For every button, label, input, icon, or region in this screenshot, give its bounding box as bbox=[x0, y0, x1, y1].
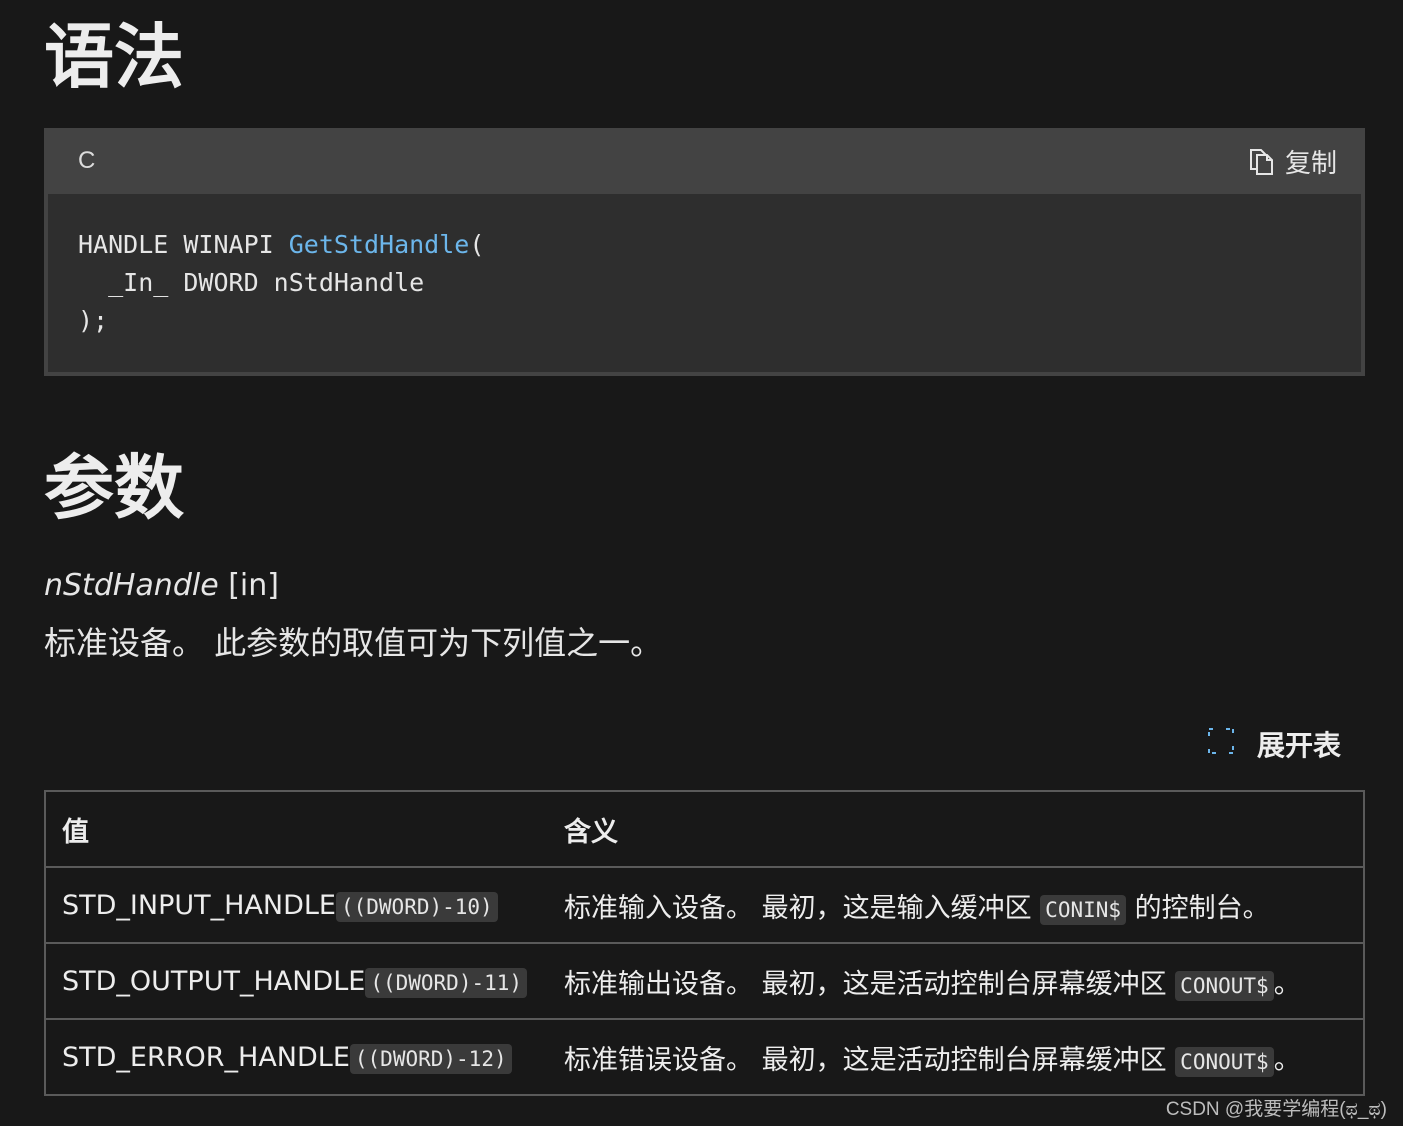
meaning-cell: 标准输入设备。 最初，这是输入缓冲区 CONIN$ 的控制台。 bbox=[548, 867, 1364, 944]
parameter-direction: [in] bbox=[228, 568, 279, 603]
meaning-suffix: 。 bbox=[1273, 968, 1301, 1000]
code-line-1-suffix: ( bbox=[469, 230, 485, 259]
expand-icon bbox=[1207, 727, 1235, 762]
meaning-text: 标准输出设备。 最初，这是活动控制台屏幕缓冲区 bbox=[564, 968, 1176, 1000]
code-text: HANDLE WINAPI GetStdHandle( _In_ DWORD n… bbox=[78, 226, 1361, 340]
code-line-3: ); bbox=[78, 306, 109, 335]
constant-code: ((DWORD)-12) bbox=[349, 1043, 512, 1074]
buffer-code: CONIN$ bbox=[1040, 894, 1127, 925]
table-row: STD_INPUT_HANDLE ((DWORD)-10) 标准输入设备。 最初，… bbox=[45, 867, 1364, 944]
meaning-cell: 标准输出设备。 最初，这是活动控制台屏幕缓冲区 CONOUT$。 bbox=[548, 943, 1364, 1020]
code-block: C 复制 HANDLE WINAPI GetStdHandle( _In_ DW… bbox=[44, 128, 1365, 376]
meaning-suffix: 。 bbox=[1273, 1044, 1301, 1076]
code-body[interactable]: HANDLE WINAPI GetStdHandle( _In_ DWORD n… bbox=[48, 194, 1361, 372]
code-language-label: C bbox=[78, 147, 96, 174]
copy-button-label: 复制 bbox=[1284, 148, 1337, 179]
csdn-watermark: CSDN @我要学编程(ಥ_ಥ) bbox=[1165, 1099, 1387, 1120]
code-function-name: GetStdHandle bbox=[288, 230, 470, 259]
code-line-2: _In_ DWORD nStdHandle bbox=[78, 268, 425, 297]
buffer-code: CONOUT$ bbox=[1175, 970, 1274, 1001]
table-row: STD_OUTPUT_HANDLE ((DWORD)-11) 标准输出设备。 最初… bbox=[45, 943, 1364, 1020]
buffer-code: CONOUT$ bbox=[1175, 1046, 1274, 1077]
copy-icon bbox=[1249, 147, 1275, 175]
column-header-value: 值 bbox=[45, 791, 548, 868]
parameter-name: nStdHandle bbox=[44, 568, 219, 603]
value-cell: STD_ERROR_HANDLE ((DWORD)-12) bbox=[45, 1019, 548, 1096]
meaning-suffix: 的控制台。 bbox=[1126, 892, 1270, 924]
meaning-cell: 标准错误设备。 最初，这是活动控制台屏幕缓冲区 CONOUT$。 bbox=[548, 1019, 1364, 1096]
value-cell: STD_OUTPUT_HANDLE ((DWORD)-11) bbox=[45, 943, 548, 1020]
value-cell: STD_INPUT_HANDLE ((DWORD)-10) bbox=[45, 867, 548, 944]
constant-name: STD_OUTPUT_HANDLE bbox=[62, 965, 366, 997]
meaning-text: 标准输入设备。 最初，这是输入缓冲区 bbox=[564, 892, 1041, 924]
column-header-meaning: 含义 bbox=[548, 791, 1364, 868]
copy-button[interactable]: 复制 bbox=[1249, 143, 1337, 180]
parameter-name-line: nStdHandle [in] bbox=[44, 568, 279, 603]
table-row: STD_ERROR_HANDLE ((DWORD)-12) 标准错误设备。 最初，… bbox=[45, 1019, 1364, 1096]
constant-code: ((DWORD)-11) bbox=[365, 967, 528, 998]
meaning-text: 标准错误设备。 最初，这是活动控制台屏幕缓冲区 bbox=[564, 1044, 1176, 1076]
syntax-heading: 语法 bbox=[44, 16, 184, 98]
code-line-1-prefix: HANDLE WINAPI bbox=[78, 230, 289, 259]
constant-name: STD_INPUT_HANDLE bbox=[62, 889, 336, 921]
code-block-header: C 复制 bbox=[44, 128, 1365, 194]
parameters-heading: 参数 bbox=[44, 447, 184, 529]
expand-table-label: 展开表 bbox=[1256, 729, 1341, 762]
values-table: 值 含义 STD_INPUT_HANDLE ((DWORD)-10) 标准输入设备… bbox=[44, 790, 1365, 1096]
table-header-row: 值 含义 bbox=[45, 791, 1364, 868]
parameter-description: 标准设备。 此参数的取值可为下列值之一。 bbox=[44, 624, 663, 662]
constant-code: ((DWORD)-10) bbox=[335, 891, 498, 922]
constant-name: STD_ERROR_HANDLE bbox=[62, 1041, 350, 1073]
expand-table-button[interactable]: 展开表 bbox=[1207, 724, 1341, 764]
